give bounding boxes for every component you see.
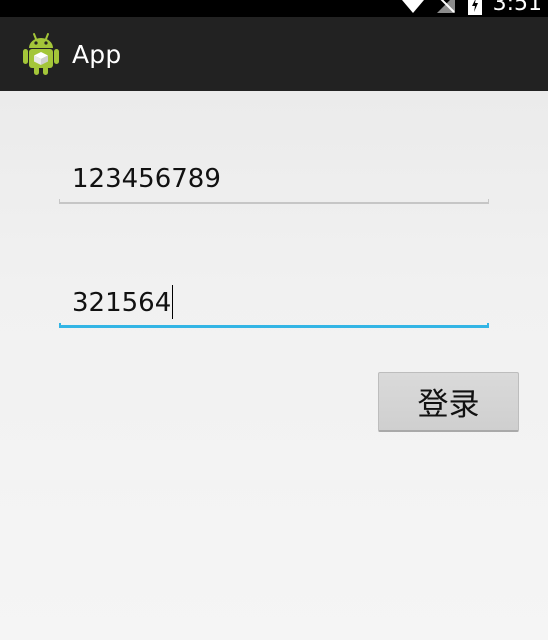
username-value: 123456789 (72, 164, 221, 194)
password-value-wrapper: 321564 (72, 283, 174, 323)
signal-icon (435, 0, 457, 15)
password-underline (59, 323, 489, 328)
password-value: 321564 (72, 288, 172, 318)
password-field[interactable]: 321564 (59, 283, 489, 328)
android-icon[interactable] (22, 32, 60, 76)
login-button[interactable]: 登录 (378, 372, 519, 432)
status-icons: 3:51 (401, 0, 548, 17)
app-title: App (72, 39, 122, 69)
wifi-icon (401, 0, 425, 15)
text-cursor (172, 284, 174, 319)
username-underline (59, 199, 489, 204)
action-bar: App (0, 17, 548, 91)
status-clock: 3:51 (492, 0, 542, 16)
status-bar: 3:51 (0, 0, 548, 17)
battery-icon (467, 0, 483, 16)
username-field[interactable]: 123456789 (59, 159, 489, 204)
